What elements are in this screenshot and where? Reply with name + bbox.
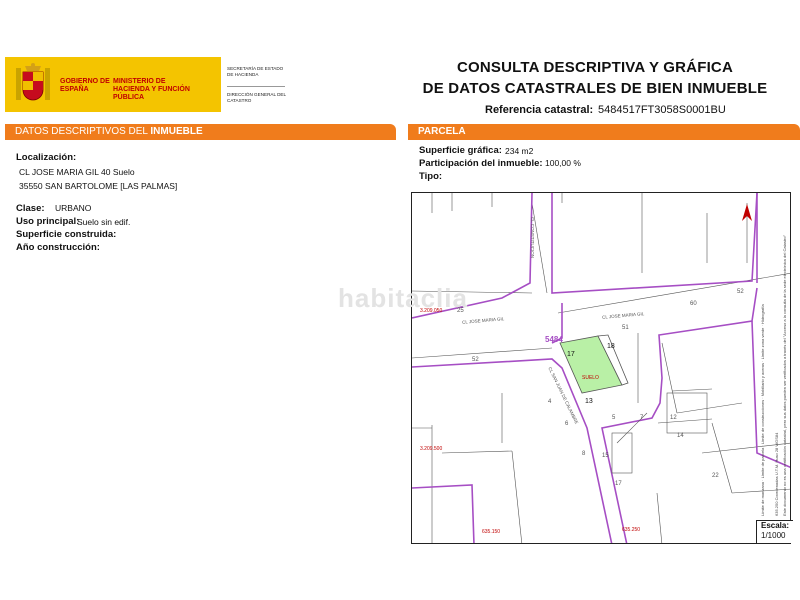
legend-item: Límite de manzana	[760, 481, 765, 516]
divider	[227, 86, 285, 87]
section-bar-descriptive: DATOS DESCRIPTIVOS DEL INMUEBLE	[5, 124, 396, 140]
direccion-label: DIRECCIÓN GENERAL DEL CATASTRO	[227, 92, 286, 103]
legend-item: Límite zona verde	[760, 327, 765, 360]
map-number: 14	[677, 433, 684, 439]
map-number: 17	[615, 481, 622, 487]
coat-of-arms-icon	[16, 63, 50, 101]
legend-items: Límite de manzana · Límite de parcela · …	[760, 304, 765, 516]
map-drawing	[412, 193, 790, 543]
clase-value: URBANO	[55, 203, 92, 213]
map-number: 52	[472, 357, 479, 363]
map-number: 12	[670, 415, 677, 421]
coordinate-label: 3.209.500	[420, 446, 443, 452]
section-bar-prefix: DATOS DESCRIPTIVOS DEL	[15, 126, 151, 137]
uso-label: Uso principal:	[16, 216, 80, 227]
cadastral-map[interactable]: CL JOSE MARIA GIL CL JOSE MARIA GIL CL C…	[411, 192, 791, 544]
participacion-value: 100,00 %	[545, 158, 581, 168]
watermark: habitaclia	[338, 283, 468, 313]
section-bar-bold: INMUEBLE	[150, 126, 203, 137]
reference-label: Referencia catastral:	[485, 104, 594, 116]
map-scale: Escala: 1/1000	[756, 520, 793, 543]
coord-note: 635.250 Coordenadas U.T.M. Huso 28 WGS84	[774, 432, 779, 516]
scale-value: 1/1000	[761, 531, 786, 540]
section-bar-parcela: PARCELA	[408, 124, 800, 140]
anio-construccion-label: Año construcción:	[16, 242, 100, 253]
map-number: 13	[585, 398, 593, 405]
map-number: 17	[567, 351, 575, 358]
section-bar-title: PARCELA	[418, 126, 466, 137]
reference-value: 5484517FT3058S0001BU	[598, 104, 726, 116]
gobierno-label: GOBIERNO DE ESPAÑA	[60, 78, 110, 93]
map-number: 8	[582, 451, 586, 457]
map-number: 15	[602, 453, 609, 459]
ministerio-label: MINISTERIO DE HACIENDA Y FUNCIÓN PÚBLICA	[113, 78, 190, 101]
street-label: CL CONSTITUCION	[530, 216, 536, 259]
parcel-label: SUELO	[582, 375, 599, 381]
legend-item: Mobiliario y aceras	[760, 362, 765, 397]
scale-label: Escala:	[761, 521, 790, 530]
map-legend: Límite de manzana · Límite de parcela · …	[756, 194, 790, 519]
legend-note: Este documento no es una certificación c…	[782, 235, 787, 516]
secretaria-label: SECRETARÍA DE ESTADO DE HACIENDA	[227, 66, 284, 77]
page-title-line2: DE DATOS CATASTRALES DE BIEN INMUEBLE	[422, 80, 768, 97]
map-number: 7	[640, 415, 644, 421]
coordinate-label: 635.250	[622, 527, 641, 533]
superficie-construida-label: Superficie construida:	[16, 229, 117, 240]
superficie-grafica-value: 234 m2	[505, 146, 534, 156]
north-arrow-icon	[740, 203, 754, 223]
parcel-ref: 5484	[545, 335, 563, 344]
map-number: 4	[548, 399, 552, 405]
legend-item: Hidrografía	[760, 304, 765, 325]
legend-item: Límite de parcela	[760, 447, 765, 479]
page-title-line1: CONSULTA DESCRIPTIVA Y GRÁFICA	[456, 59, 733, 76]
clase-label: Clase:	[16, 203, 45, 214]
map-number: 52	[737, 289, 744, 295]
map-number: 60	[690, 301, 697, 307]
coordinate-label: 635.150	[482, 529, 501, 535]
map-number: 18	[607, 343, 615, 350]
participacion-label: Participación del inmueble:	[419, 158, 543, 169]
address-line2: 35550 SAN BARTOLOME [LAS PALMAS]	[19, 181, 178, 191]
legend-item: Límite de construcciones	[760, 399, 765, 445]
map-number: 22	[712, 473, 719, 479]
localizacion-label: Localización:	[16, 152, 77, 163]
map-number: 6	[565, 421, 569, 427]
map-number: 5	[612, 415, 616, 421]
uso-value: Suelo sin edif.	[77, 217, 131, 227]
tipo-label: Tipo:	[419, 171, 443, 182]
map-number: 51	[622, 325, 629, 331]
address-line1: CL JOSE MARIA GIL 40 Suelo	[19, 167, 135, 177]
superficie-grafica-label: Superficie gráfica:	[419, 145, 502, 156]
